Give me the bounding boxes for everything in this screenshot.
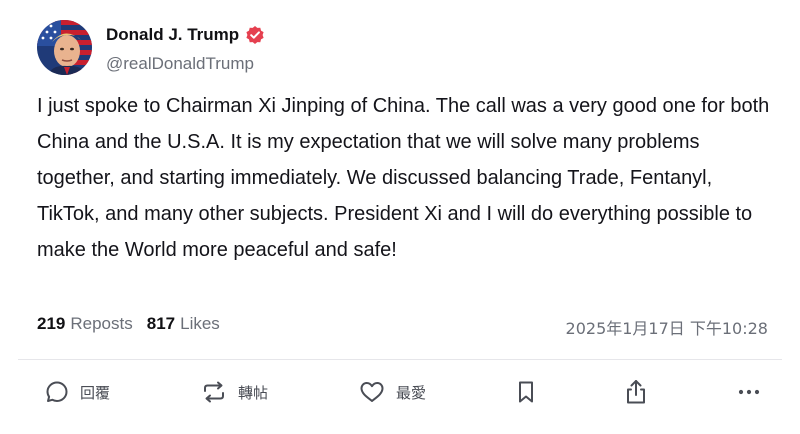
author-name-row[interactable]: Donald J. Trump bbox=[106, 25, 265, 45]
author-handle[interactable]: @realDonaldTrump bbox=[106, 54, 254, 74]
repost-label: 轉帖 bbox=[238, 383, 269, 402]
repost-icon bbox=[204, 381, 224, 403]
post-stats: 219 Reposts 817 Likes bbox=[37, 314, 220, 334]
more-icon bbox=[738, 389, 760, 395]
action-bar: 回覆 轉帖 最愛 bbox=[0, 375, 800, 409]
share-icon bbox=[627, 380, 645, 404]
avatar[interactable] bbox=[37, 20, 92, 75]
likes-stat[interactable]: 817 Likes bbox=[147, 314, 220, 334]
reposts-stat[interactable]: 219 Reposts bbox=[37, 314, 133, 334]
reply-button[interactable]: 回覆 bbox=[44, 375, 110, 409]
bookmark-icon bbox=[519, 381, 533, 403]
reply-label: 回覆 bbox=[80, 383, 111, 402]
bookmark-button[interactable] bbox=[514, 375, 538, 409]
likes-label: Likes bbox=[180, 314, 220, 333]
verified-badge-icon bbox=[246, 26, 264, 44]
post-text: I just spoke to Chairman Xi Jinping of C… bbox=[37, 95, 770, 261]
heart-icon bbox=[360, 382, 384, 402]
more-button[interactable] bbox=[736, 375, 762, 409]
reposts-label: Reposts bbox=[70, 314, 133, 333]
likes-count: 817 bbox=[146, 314, 176, 333]
post-timestamp: 2025年1月17日 下午10:28 bbox=[565, 319, 768, 338]
repost-button[interactable]: 轉帖 bbox=[200, 375, 268, 409]
reply-icon bbox=[46, 381, 68, 402]
like-label: 最愛 bbox=[396, 383, 427, 402]
divider bbox=[18, 359, 782, 360]
reposts-count: 219 bbox=[37, 314, 66, 333]
author-display-name[interactable]: Donald J. Trump bbox=[106, 25, 239, 45]
like-button[interactable]: 最愛 bbox=[358, 375, 426, 409]
share-button[interactable] bbox=[623, 375, 649, 409]
post-card: Donald J. Trump @realDonaldTrump I just … bbox=[0, 0, 800, 434]
